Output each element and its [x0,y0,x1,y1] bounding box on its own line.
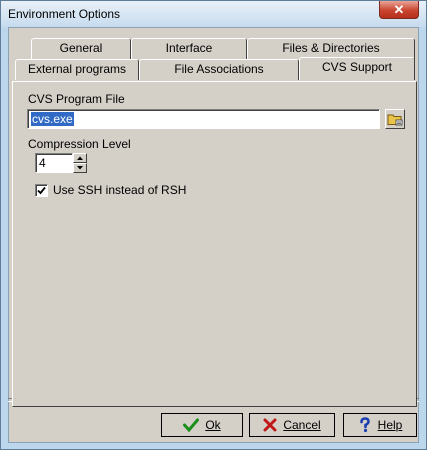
tab-cvs-support[interactable]: CVS Support [299,57,415,80]
browse-button[interactable] [385,109,405,129]
tab-label: Files & Directories [282,41,380,55]
compression-level-spinner [73,153,87,173]
use-ssh-checkbox[interactable] [35,184,48,197]
tab-external-programs[interactable]: External programs [15,59,139,80]
tab-file-associations[interactable]: File Associations [139,59,299,80]
x-mark-icon [263,418,277,432]
cancel-button[interactable]: Cancel [249,413,335,437]
arrow-down-icon [77,166,83,170]
use-ssh-label: Use SSH instead of RSH [53,183,187,197]
close-button[interactable]: ✕ [379,1,419,19]
checkmark-icon [183,418,200,432]
close-icon: ✕ [393,1,405,17]
compression-level-input[interactable]: 4 [35,153,73,173]
help-button[interactable]: Help [343,413,417,437]
folder-icon [387,114,403,126]
tab-label: File Associations [174,62,264,76]
tab-label: CVS Support [321,60,393,74]
spin-up-button[interactable] [73,153,87,163]
arrow-up-icon [77,156,83,160]
ok-button[interactable]: Ok [161,413,243,437]
tab-label: General [59,41,103,55]
cancel-label: Cancel [283,418,321,432]
tab-interface[interactable]: Interface [131,38,247,59]
cvs-support-panel: CVS Program File cvs.exe Compression Lev… [12,81,417,407]
tab-general[interactable]: General [31,38,131,59]
tab-label: Interface [165,41,213,55]
help-label: Help [377,418,403,432]
environment-options-window: Environment Options ✕ General Interface … [0,0,427,450]
window-title: Environment Options [8,7,121,21]
compression-level-label: Compression Level [28,137,131,151]
cvs-program-file-label: CVS Program File [28,92,125,106]
question-mark-icon [359,417,370,433]
title-bar[interactable]: Environment Options ✕ [1,1,426,27]
compression-level-value: 4 [39,156,46,170]
tab-label: External programs [27,62,127,76]
tab-files-directories[interactable]: Files & Directories [247,38,415,59]
spin-down-button[interactable] [73,163,87,173]
cvs-program-file-value: cvs.exe [31,112,74,126]
checkmark-icon [37,186,46,195]
ok-label: Ok [205,418,221,432]
cvs-program-file-input[interactable]: cvs.exe [27,109,380,129]
